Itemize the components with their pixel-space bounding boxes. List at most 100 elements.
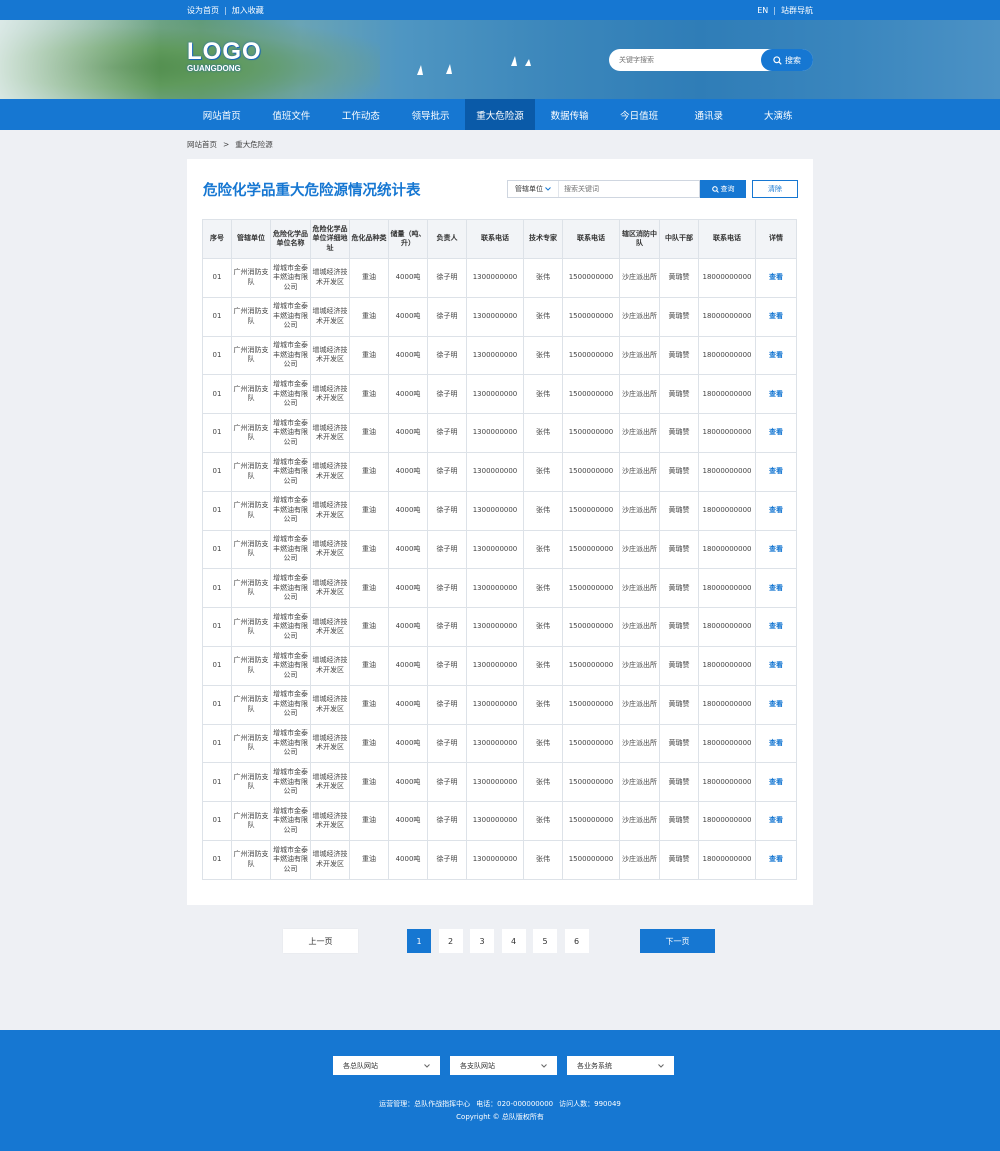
table-cell: 广州消防支队 xyxy=(231,762,271,803)
view-detail-link[interactable]: 查看 xyxy=(755,684,797,725)
table-cell: 重油 xyxy=(349,258,389,298)
page-number-button[interactable]: 6 xyxy=(564,929,589,953)
table-cell: 4000吨 xyxy=(388,839,428,880)
table-cell: 1500000000 xyxy=(562,723,620,764)
table-cell: 重油 xyxy=(349,529,389,570)
nav-item-7[interactable]: 通讯录 xyxy=(674,99,744,130)
view-detail-link[interactable]: 查看 xyxy=(755,490,797,531)
table-cell: 张伟 xyxy=(523,451,563,492)
footer-dropdown[interactable]: 各业务系统 xyxy=(567,1056,674,1075)
query-button[interactable]: 查询 xyxy=(700,180,746,198)
nav-item-5[interactable]: 数据传输 xyxy=(535,99,605,130)
table-cell: 广州消防支队 xyxy=(231,529,271,570)
view-detail-link[interactable]: 查看 xyxy=(755,258,797,298)
view-detail-link[interactable]: 查看 xyxy=(755,335,797,376)
table-cell: 张伟 xyxy=(523,529,563,570)
footer-dropdown[interactable]: 各总队网站 xyxy=(333,1056,440,1075)
table-cell: 增城市金泰丰燃油有限公司 xyxy=(270,490,311,531)
site-search-input[interactable] xyxy=(609,56,761,64)
prev-page-button[interactable]: 上一页 xyxy=(283,929,358,953)
nav-item-6[interactable]: 今日值班 xyxy=(604,99,674,130)
table-cell: 4000吨 xyxy=(388,413,428,453)
view-detail-link[interactable]: 查看 xyxy=(755,529,797,570)
column-header: 管辖单位 xyxy=(231,219,271,259)
table-cell: 1300000000 xyxy=(466,645,524,686)
table-cell: 广州消防支队 xyxy=(231,335,271,376)
table-row: 01 广州消防支队 增城市金泰丰燃油有限公司 增城经济技术开发区 重油 4000吨 徐子明 1… xyxy=(202,839,797,880)
breadcrumb-home[interactable]: 网站首页 xyxy=(187,139,217,150)
table-cell: 增城经济技术开发区 xyxy=(310,335,350,376)
language-link[interactable]: EN xyxy=(757,6,768,15)
view-detail-link[interactable]: 查看 xyxy=(755,296,797,337)
table-cell: 张伟 xyxy=(523,684,563,725)
nav-item-8[interactable]: 大演练 xyxy=(744,99,814,130)
table-cell: 1300000000 xyxy=(466,413,524,453)
table-cell: 徐子明 xyxy=(427,413,467,453)
table-cell: 1500000000 xyxy=(562,801,620,841)
table-cell: 黄璐赞 xyxy=(659,451,699,492)
next-page-button[interactable]: 下一页 xyxy=(640,929,715,953)
table-cell: 增城经济技术开发区 xyxy=(310,607,350,647)
view-detail-link[interactable]: 查看 xyxy=(755,723,797,764)
set-home-link[interactable]: 设为首页 xyxy=(187,5,219,16)
page-number-button[interactable]: 2 xyxy=(438,929,463,953)
nav-item-1[interactable]: 值班文件 xyxy=(257,99,327,130)
table-cell: 重油 xyxy=(349,684,389,725)
table-cell: 徐子明 xyxy=(427,451,467,492)
nav-item-3[interactable]: 领导批示 xyxy=(396,99,466,130)
keyword-input[interactable] xyxy=(559,185,699,193)
view-detail-link[interactable]: 查看 xyxy=(755,568,797,609)
view-detail-link[interactable]: 查看 xyxy=(755,374,797,415)
nav-item-0[interactable]: 网站首页 xyxy=(187,99,257,130)
table-cell: 张伟 xyxy=(523,568,563,609)
view-detail-link[interactable]: 查看 xyxy=(755,762,797,803)
footer-dropdown[interactable]: 各支队网站 xyxy=(450,1056,557,1075)
view-detail-link[interactable]: 查看 xyxy=(755,451,797,492)
page-number-button[interactable]: 1 xyxy=(407,929,431,953)
table-cell: 1300000000 xyxy=(466,723,524,764)
table-cell: 张伟 xyxy=(523,607,563,647)
table-cell: 沙庄派出所 xyxy=(619,607,660,647)
page-number-button[interactable]: 5 xyxy=(533,929,557,953)
site-search-button[interactable]: 搜索 xyxy=(761,49,813,71)
page-number-button[interactable]: 4 xyxy=(501,929,526,953)
table-cell: 重油 xyxy=(349,374,389,415)
table-cell: 01 xyxy=(202,723,232,764)
unit-select[interactable]: 管辖单位 xyxy=(508,181,559,197)
table-cell: 增城经济技术开发区 xyxy=(310,762,350,803)
table-cell: 沙庄派出所 xyxy=(619,723,660,764)
nav-item-2[interactable]: 工作动态 xyxy=(326,99,396,130)
view-detail-link[interactable]: 查看 xyxy=(755,607,797,647)
table-cell: 徐子明 xyxy=(427,490,467,531)
table-cell: 18000000000 xyxy=(698,762,756,803)
view-detail-link[interactable]: 查看 xyxy=(755,645,797,686)
table-cell: 01 xyxy=(202,490,232,531)
unit-select-label: 管辖单位 xyxy=(515,185,543,193)
clear-button[interactable]: 清除 xyxy=(752,180,798,198)
column-header: 危险化学品单位名称 xyxy=(270,219,311,259)
table-cell: 广州消防支队 xyxy=(231,801,271,841)
nav-item-4[interactable]: 重大危险源 xyxy=(465,99,535,130)
table-cell: 黄璐赞 xyxy=(659,258,699,298)
table-cell: 重油 xyxy=(349,335,389,376)
footer-dropdown-label: 各总队网站 xyxy=(343,1061,378,1070)
table-cell: 1300000000 xyxy=(466,568,524,609)
site-logo[interactable]: LOGO GUANGDONG xyxy=(187,40,262,74)
table-cell: 4000吨 xyxy=(388,529,428,570)
table-cell: 张伟 xyxy=(523,723,563,764)
site-nav-link[interactable]: 站群导航 xyxy=(781,5,813,16)
table-cell: 4000吨 xyxy=(388,684,428,725)
table-cell: 1500000000 xyxy=(562,258,620,298)
footer-copyright: Copyright © 总队版权所有 xyxy=(456,1113,544,1121)
table-cell: 黄璐赞 xyxy=(659,413,699,453)
table-row: 01 广州消防支队 增城市金泰丰燃油有限公司 增城经济技术开发区 重油 4000吨 徐子明 1… xyxy=(202,529,797,570)
view-detail-link[interactable]: 查看 xyxy=(755,839,797,880)
table-cell: 张伟 xyxy=(523,374,563,415)
page-number-button[interactable]: 3 xyxy=(470,929,494,953)
table-cell: 重油 xyxy=(349,645,389,686)
table-cell: 张伟 xyxy=(523,490,563,531)
add-favorite-link[interactable]: 加入收藏 xyxy=(232,5,264,16)
table-cell: 01 xyxy=(202,451,232,492)
view-detail-link[interactable]: 查看 xyxy=(755,801,797,841)
view-detail-link[interactable]: 查看 xyxy=(755,413,797,453)
